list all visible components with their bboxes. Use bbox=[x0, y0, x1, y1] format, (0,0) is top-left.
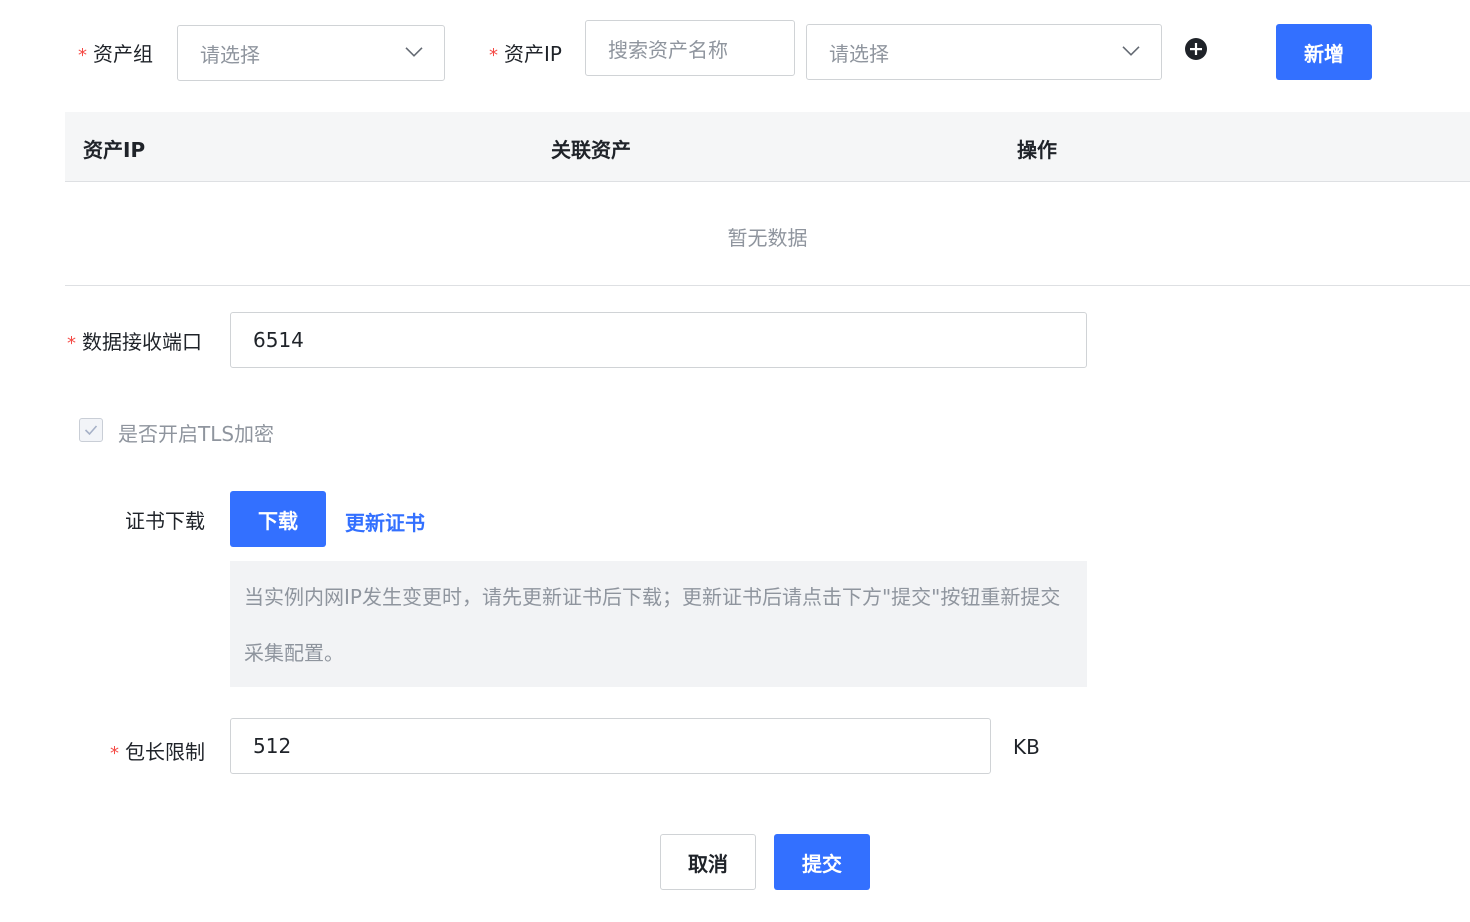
port-label: 数据接收端口 bbox=[82, 330, 202, 354]
tls-label: 是否开启TLS加密 bbox=[118, 422, 275, 446]
cert-tip: 当实例内网IP发生变更时，请先更新证书后下载；更新证书后请点击下方"提交"按钮重… bbox=[230, 561, 1087, 687]
table-header: 资产IP 关联资产 操作 bbox=[65, 112, 1470, 182]
asset-group-placeholder: 请选择 bbox=[200, 42, 260, 67]
asset-group-label: 资产组 bbox=[93, 42, 153, 66]
packet-limit-input[interactable]: 512 bbox=[230, 718, 991, 774]
check-icon bbox=[84, 425, 98, 436]
column-header-action: 操作 bbox=[1017, 138, 1057, 162]
packet-label-wrap: * 包长限制 bbox=[110, 736, 205, 765]
port-input[interactable]: 6514 bbox=[230, 312, 1087, 368]
asset-search-placeholder: 搜索资产名称 bbox=[608, 37, 728, 62]
packet-unit: KB bbox=[1013, 735, 1040, 759]
column-header-asset-ip: 资产IP bbox=[83, 138, 146, 162]
chevron-down-icon bbox=[1122, 46, 1140, 56]
add-button[interactable]: 新增 bbox=[1276, 24, 1372, 80]
packet-label: 包长限制 bbox=[125, 740, 205, 764]
asset-ip-select[interactable]: 请选择 bbox=[806, 24, 1162, 80]
tls-checkbox[interactable] bbox=[79, 418, 103, 442]
plus-circle-icon[interactable] bbox=[1185, 38, 1207, 60]
cancel-button[interactable]: 取消 bbox=[660, 834, 756, 890]
asset-search-input[interactable]: 搜索资产名称 bbox=[585, 20, 795, 76]
packet-limit-value: 512 bbox=[253, 734, 292, 758]
required-mark: * bbox=[67, 333, 76, 354]
asset-group-label-wrap: * 资产组 bbox=[78, 38, 153, 67]
required-mark: * bbox=[110, 743, 119, 764]
asset-ip-placeholder: 请选择 bbox=[829, 41, 889, 66]
required-mark: * bbox=[489, 45, 498, 66]
chevron-down-icon bbox=[405, 47, 423, 57]
table-empty-row: 暂无数据 bbox=[65, 182, 1470, 286]
port-label-wrap: * 数据接收端口 bbox=[67, 326, 202, 355]
empty-text: 暂无数据 bbox=[727, 226, 808, 250]
asset-ip-label-wrap: * 资产IP bbox=[489, 38, 562, 67]
asset-ip-label: 资产IP bbox=[504, 42, 562, 66]
submit-button[interactable]: 提交 bbox=[774, 834, 870, 890]
update-cert-link[interactable]: 更新证书 bbox=[345, 507, 425, 536]
cert-label: 证书下载 bbox=[125, 509, 205, 533]
port-value: 6514 bbox=[253, 328, 304, 352]
required-mark: * bbox=[78, 45, 87, 66]
download-button[interactable]: 下载 bbox=[230, 491, 326, 547]
column-header-related-asset: 关联资产 bbox=[551, 138, 631, 162]
asset-group-select[interactable]: 请选择 bbox=[177, 25, 445, 81]
